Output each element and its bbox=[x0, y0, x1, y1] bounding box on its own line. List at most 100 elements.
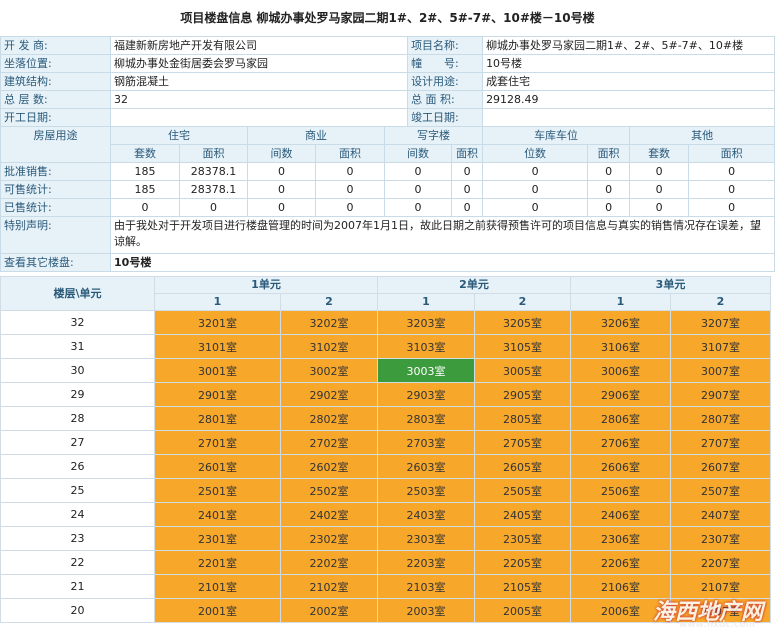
room-cell[interactable]: 2503室 bbox=[377, 478, 475, 503]
room-cell[interactable]: 2706室 bbox=[570, 430, 671, 455]
room-cell[interactable]: 2902室 bbox=[280, 382, 378, 407]
stats-cell: 0 bbox=[384, 180, 453, 199]
room-cell[interactable]: 2103室 bbox=[377, 574, 475, 599]
structure-value: 钢筋混凝土 bbox=[110, 72, 409, 91]
floors-label: 总 层 数: bbox=[0, 90, 112, 109]
room-cell[interactable]: 2802室 bbox=[280, 406, 378, 431]
stats-cell: 0 bbox=[451, 198, 484, 217]
room-cell[interactable]: 2307室 bbox=[670, 526, 771, 551]
room-cell[interactable]: 2002室 bbox=[280, 598, 378, 623]
sub-unit-header: 2 bbox=[474, 293, 571, 311]
room-cell[interactable]: 2003室 bbox=[377, 598, 475, 623]
stats-cell: 0 bbox=[482, 198, 589, 217]
floor-number: 31 bbox=[0, 334, 155, 359]
floor-number: 22 bbox=[0, 550, 155, 575]
room-cell[interactable]: 2407室 bbox=[670, 502, 771, 527]
room-cell[interactable]: 3107室 bbox=[670, 334, 771, 359]
room-cell[interactable]: 3106室 bbox=[570, 334, 671, 359]
room-cell[interactable]: 2505室 bbox=[474, 478, 571, 503]
room-cell[interactable]: 2901室 bbox=[154, 382, 281, 407]
room-cell[interactable]: 2807室 bbox=[670, 406, 771, 431]
room-cell[interactable]: 3103室 bbox=[377, 334, 475, 359]
room-cell[interactable]: 2306室 bbox=[570, 526, 671, 551]
room-cell[interactable]: 3201室 bbox=[154, 310, 281, 335]
room-cell[interactable]: 2701室 bbox=[154, 430, 281, 455]
category-header: 住宅 bbox=[110, 126, 249, 145]
room-cell[interactable]: 2305室 bbox=[474, 526, 571, 551]
room-cell[interactable]: 3202室 bbox=[280, 310, 378, 335]
floor-number: 27 bbox=[0, 430, 155, 455]
room-cell[interactable]: 2405室 bbox=[474, 502, 571, 527]
stats-cell: 0 bbox=[688, 198, 775, 217]
room-cell[interactable]: 2606室 bbox=[570, 454, 671, 479]
stats-row: 批准销售: 185 28378.1 0 0 0 0 0 0 0 0 bbox=[0, 162, 775, 181]
room-cell[interactable]: 3001室 bbox=[154, 358, 281, 383]
floor-row: 32 3201室 3202室 3203室 3205室 3206室 3207室 bbox=[0, 310, 771, 335]
floor-row: 30 3001室 3002室 3003室 3005室 3006室 3007室 bbox=[0, 358, 771, 383]
room-cell[interactable]: 2707室 bbox=[670, 430, 771, 455]
room-cell[interactable]: 2506室 bbox=[570, 478, 671, 503]
room-cell[interactable]: 3006室 bbox=[570, 358, 671, 383]
page-title: 项目楼盘信息 柳城办事处罗马家园二期1#、2#、5#-7#、10#楼－10号楼 bbox=[180, 11, 595, 25]
stats-cell: 0 bbox=[629, 180, 690, 199]
stats-cell: 0 bbox=[179, 198, 249, 217]
room-cell[interactable]: 3101室 bbox=[154, 334, 281, 359]
room-cell[interactable]: 2401室 bbox=[154, 502, 281, 527]
room-cell[interactable]: 2803室 bbox=[377, 406, 475, 431]
room-cell[interactable]: 3003室 bbox=[377, 358, 475, 383]
room-cell[interactable]: 2402室 bbox=[280, 502, 378, 527]
room-cell[interactable]: 2201室 bbox=[154, 550, 281, 575]
room-cell[interactable]: 2903室 bbox=[377, 382, 475, 407]
room-cell[interactable]: 2906室 bbox=[570, 382, 671, 407]
room-cell[interactable]: 2406室 bbox=[570, 502, 671, 527]
room-cell[interactable]: 3206室 bbox=[570, 310, 671, 335]
room-cell[interactable]: 2301室 bbox=[154, 526, 281, 551]
room-cell[interactable]: 2907室 bbox=[670, 382, 771, 407]
room-cell[interactable]: 3203室 bbox=[377, 310, 475, 335]
room-cell[interactable]: 2605室 bbox=[474, 454, 571, 479]
room-cell[interactable]: 2203室 bbox=[377, 550, 475, 575]
room-cell[interactable]: 2001室 bbox=[154, 598, 281, 623]
room-cell[interactable]: 2602室 bbox=[280, 454, 378, 479]
structure-label: 建筑结构: bbox=[0, 72, 112, 91]
stats-cell: 0 bbox=[629, 162, 690, 181]
room-cell[interactable]: 3005室 bbox=[474, 358, 571, 383]
other-building-link[interactable]: 10号楼 bbox=[110, 253, 775, 272]
category-header: 其他 bbox=[629, 126, 775, 145]
room-cell[interactable]: 2403室 bbox=[377, 502, 475, 527]
room-cell[interactable]: 2005室 bbox=[474, 598, 571, 623]
room-cell[interactable]: 2806室 bbox=[570, 406, 671, 431]
developer-value: 福建新新房地产开发有限公司 bbox=[110, 36, 409, 55]
room-cell[interactable]: 3207室 bbox=[670, 310, 771, 335]
room-cell[interactable]: 2703室 bbox=[377, 430, 475, 455]
sub-unit-header: 2 bbox=[670, 293, 771, 311]
room-cell[interactable]: 2205室 bbox=[474, 550, 571, 575]
room-cell[interactable]: 2105室 bbox=[474, 574, 571, 599]
room-cell[interactable]: 2507室 bbox=[670, 478, 771, 503]
room-cell[interactable]: 3002室 bbox=[280, 358, 378, 383]
stats-cell: 28378.1 bbox=[179, 162, 249, 181]
room-cell[interactable]: 3007室 bbox=[670, 358, 771, 383]
room-cell[interactable]: 2702室 bbox=[280, 430, 378, 455]
room-cell[interactable]: 2206室 bbox=[570, 550, 671, 575]
room-cell[interactable]: 2101室 bbox=[154, 574, 281, 599]
stats-cell: 0 bbox=[247, 180, 317, 199]
room-cell[interactable]: 2303室 bbox=[377, 526, 475, 551]
room-cell[interactable]: 2501室 bbox=[154, 478, 281, 503]
room-cell[interactable]: 2603室 bbox=[377, 454, 475, 479]
room-cell[interactable]: 2601室 bbox=[154, 454, 281, 479]
room-cell[interactable]: 2607室 bbox=[670, 454, 771, 479]
room-cell[interactable]: 2202室 bbox=[280, 550, 378, 575]
room-cell[interactable]: 2302室 bbox=[280, 526, 378, 551]
room-cell[interactable]: 2502室 bbox=[280, 478, 378, 503]
room-cell[interactable]: 2102室 bbox=[280, 574, 378, 599]
room-cell[interactable]: 2207室 bbox=[670, 550, 771, 575]
room-cell[interactable]: 2805室 bbox=[474, 406, 571, 431]
room-cell[interactable]: 3205室 bbox=[474, 310, 571, 335]
room-cell[interactable]: 2905室 bbox=[474, 382, 571, 407]
room-cell[interactable]: 3102室 bbox=[280, 334, 378, 359]
watermark-url: www.hxdc.com bbox=[678, 620, 755, 630]
room-cell[interactable]: 2801室 bbox=[154, 406, 281, 431]
room-cell[interactable]: 3105室 bbox=[474, 334, 571, 359]
room-cell[interactable]: 2705室 bbox=[474, 430, 571, 455]
